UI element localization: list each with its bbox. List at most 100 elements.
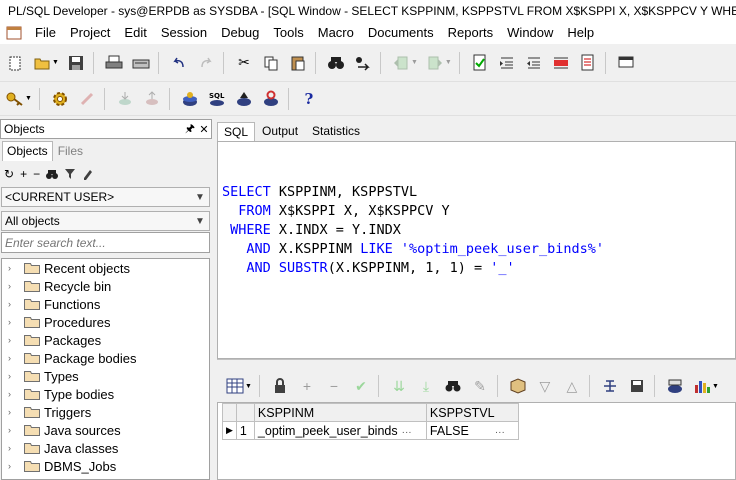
menu-reports[interactable]: Reports — [441, 23, 501, 43]
explain-icon[interactable] — [232, 87, 256, 111]
close-icon[interactable]: ✕ — [197, 123, 211, 136]
sort-desc-icon[interactable]: ▽ — [533, 374, 557, 398]
back-dropdown-icon[interactable]: ▼ — [411, 59, 418, 66]
save-icon[interactable] — [625, 374, 649, 398]
refresh-icon[interactable]: ↻ — [4, 167, 14, 181]
tree-item-functions[interactable]: › Functions — [2, 295, 209, 313]
mdi-window-icon[interactable] — [6, 26, 22, 40]
menu-debug[interactable]: Debug — [214, 23, 266, 43]
open-dropdown-icon[interactable]: ▼ — [52, 59, 59, 66]
tab-output[interactable]: Output — [255, 121, 305, 141]
tree-item-recycle-bin[interactable]: › Recycle bin — [2, 277, 209, 295]
menu-session[interactable]: Session — [154, 23, 214, 43]
column-header-ksppstvl[interactable]: KSPPSTVL — [425, 403, 519, 422]
refresh-icon[interactable] — [259, 87, 283, 111]
forward-icon[interactable] — [423, 51, 447, 75]
grid-view-icon[interactable] — [223, 374, 247, 398]
expand-icon[interactable]: › — [8, 371, 20, 381]
break-icon[interactable] — [75, 87, 99, 111]
forward-dropdown-icon[interactable]: ▼ — [445, 59, 452, 66]
export-icon[interactable] — [663, 374, 687, 398]
chart-dropdown-icon[interactable]: ▼ — [712, 383, 719, 390]
search-input[interactable] — [1, 232, 210, 253]
sql-icon[interactable]: SQL — [205, 87, 229, 111]
new-icon[interactable] — [3, 51, 27, 75]
unindent-icon[interactable] — [522, 51, 546, 75]
link-icon[interactable] — [598, 374, 622, 398]
add-icon[interactable]: + — [20, 167, 27, 181]
tree-item-dbms-jobs[interactable]: › DBMS_Jobs — [2, 457, 209, 475]
menu-tools[interactable]: Tools — [266, 23, 310, 43]
menu-window[interactable]: Window — [500, 23, 560, 43]
print-icon[interactable] — [102, 51, 126, 75]
expand-icon[interactable]: › — [8, 299, 20, 309]
post-changes-icon[interactable]: ✔ — [349, 374, 373, 398]
key-icon[interactable] — [3, 87, 27, 111]
menu-macro[interactable]: Macro — [311, 23, 361, 43]
clear-icon[interactable]: ✎ — [468, 374, 492, 398]
comment-icon[interactable] — [549, 51, 573, 75]
copy-icon[interactable] — [259, 51, 283, 75]
tree-item-java-classes[interactable]: › Java classes — [2, 439, 209, 457]
insert-record-icon[interactable]: + — [295, 374, 319, 398]
find-next-icon[interactable] — [351, 51, 375, 75]
column-header-ksppinm[interactable]: KSPPINM — [253, 403, 427, 422]
object-filter-combo[interactable]: All objects ▼ — [1, 211, 210, 231]
remove-icon[interactable]: − — [33, 167, 40, 181]
tab-objects[interactable]: Objects — [2, 141, 53, 161]
find-icon[interactable] — [441, 374, 465, 398]
menu-edit[interactable]: Edit — [117, 23, 153, 43]
expand-icon[interactable]: › — [8, 407, 20, 417]
tab-statistics[interactable]: Statistics — [305, 121, 367, 141]
expand-icon[interactable]: › — [8, 425, 20, 435]
save-icon[interactable] — [64, 51, 88, 75]
expand-icon[interactable]: › — [8, 443, 20, 453]
help-icon[interactable]: ? — [297, 87, 321, 111]
tab-sql[interactable]: SQL — [217, 122, 256, 141]
key-dropdown-icon[interactable]: ▼ — [25, 95, 32, 102]
compile-icon[interactable] — [468, 51, 492, 75]
tree-item-triggers[interactable]: › Triggers — [2, 403, 209, 421]
expand-icon[interactable]: › — [8, 461, 20, 471]
chart-icon[interactable] — [690, 374, 714, 398]
find-icon[interactable] — [46, 169, 59, 180]
undo-icon[interactable] — [167, 51, 191, 75]
find-icon[interactable] — [324, 51, 348, 75]
gear-icon[interactable] — [48, 87, 72, 111]
redo-icon[interactable] — [194, 51, 218, 75]
window-list-icon[interactable] — [614, 51, 638, 75]
tree-item-recent-objects[interactable]: › Recent objects — [2, 259, 209, 277]
expand-icon[interactable]: › — [8, 263, 20, 273]
lock-icon[interactable] — [268, 374, 292, 398]
print-preview-icon[interactable] — [129, 51, 153, 75]
rollback-icon[interactable] — [140, 87, 164, 111]
menu-file[interactable]: File — [28, 23, 63, 43]
table-row[interactable]: ▶ 1 _optim_peek_user_binds ··· FALSE ··· — [222, 421, 519, 440]
expand-icon[interactable]: › — [8, 335, 20, 345]
filter-icon[interactable] — [64, 168, 76, 180]
query-by-example-icon[interactable] — [506, 374, 530, 398]
menu-help[interactable]: Help — [560, 23, 601, 43]
expand-icon[interactable]: › — [8, 317, 20, 327]
fetch-last-icon[interactable]: ⤓ — [414, 374, 438, 398]
expand-icon[interactable]: › — [8, 281, 20, 291]
commit-icon[interactable] — [113, 87, 137, 111]
sql-code[interactable]: SELECT KSPPINM, KSPPSTVL FROM X$KSPPI X,… — [222, 183, 604, 278]
expand-icon[interactable]: › — [8, 389, 20, 399]
cut-icon[interactable]: ✂ — [232, 51, 256, 75]
tree-item-types[interactable]: › Types — [2, 367, 209, 385]
paste-icon[interactable] — [286, 51, 310, 75]
current-user-combo[interactable]: <CURRENT USER> ▼ — [1, 187, 210, 207]
back-icon[interactable] — [389, 51, 413, 75]
tree-item-java-sources[interactable]: › Java sources — [2, 421, 209, 439]
menu-documents[interactable]: Documents — [361, 23, 441, 43]
properties-icon[interactable] — [82, 168, 94, 180]
expand-icon[interactable]: › — [8, 353, 20, 363]
tree-item-package-bodies[interactable]: › Package bodies — [2, 349, 209, 367]
tab-files[interactable]: Files — [52, 141, 89, 161]
cell-ellipsis-button[interactable]: ··· — [398, 427, 412, 438]
splitter[interactable] — [217, 359, 736, 369]
sort-asc-icon[interactable]: △ — [560, 374, 584, 398]
cell-ksppstvl[interactable]: FALSE ··· — [425, 421, 519, 440]
pin-icon[interactable]: 🖈 — [183, 120, 197, 139]
